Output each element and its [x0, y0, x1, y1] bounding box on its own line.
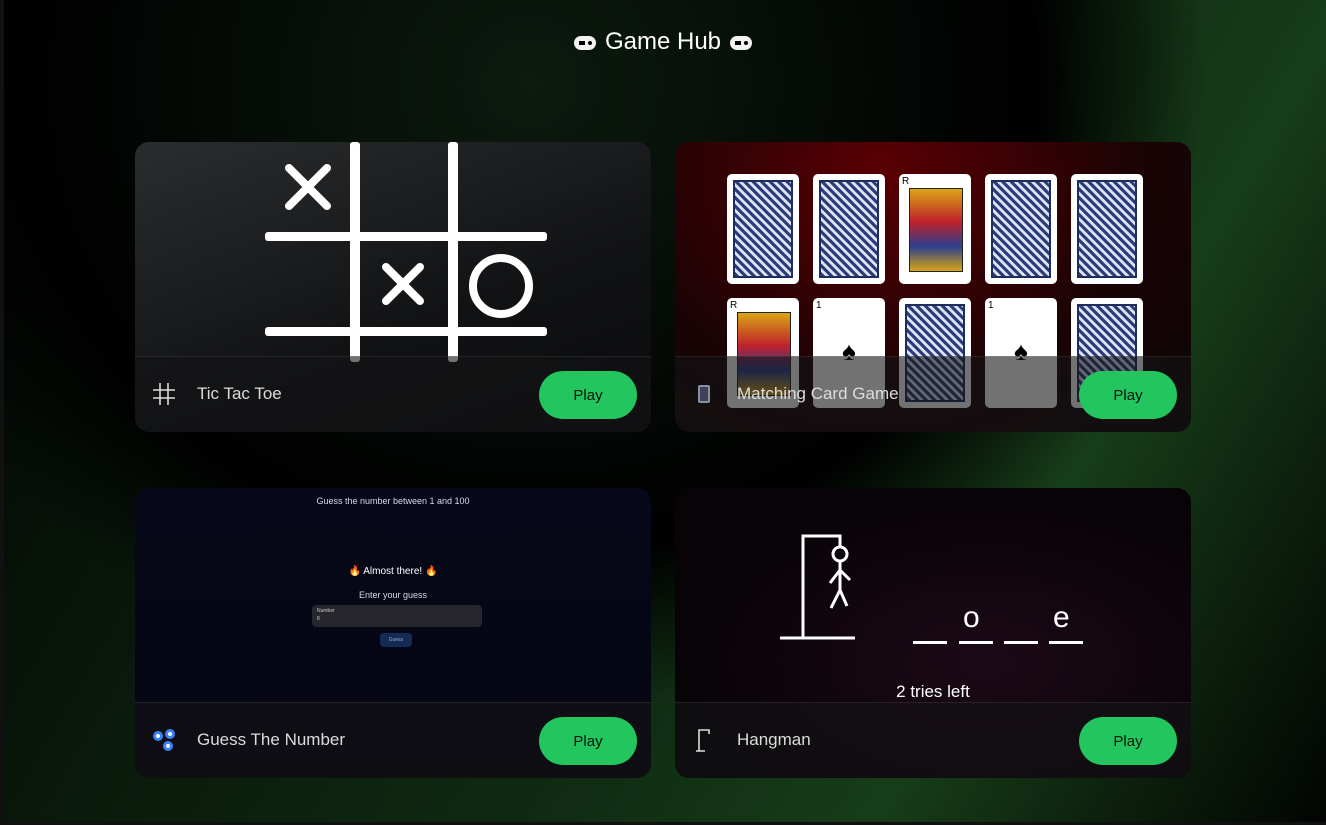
gamepad-icon	[574, 35, 597, 50]
gallows-icon	[696, 729, 710, 752]
x-mark-icon	[285, 164, 331, 210]
game-name: Matching Card Game	[737, 384, 899, 403]
game-card-footer: Matching Card Game Play	[675, 356, 1191, 432]
revealed-letter: e	[1053, 601, 1070, 634]
preview-number-input: Number 8	[312, 605, 482, 627]
window-edge	[0, 0, 4, 825]
game-card-guess-the-number: Guess the number between 1 and 100 🔥 Alm…	[135, 488, 651, 778]
tries-left-label: 2 tries left	[896, 682, 970, 701]
page-title: Game Hub	[0, 24, 1326, 60]
game-card-matching-card-game: R R ♠ 1 ♠ 1 Matching Card Game Play	[675, 142, 1191, 432]
game-name: Guess The Number	[197, 730, 346, 749]
game-name: Hangman	[737, 730, 811, 749]
preview-prompt: Guess the number between 1 and 100	[316, 496, 470, 506]
game-card-footer: Tic Tac Toe Play	[135, 356, 651, 432]
preview-enter-label: Enter your guess	[358, 590, 428, 600]
game-card-footer: Guess The Number Play	[135, 702, 651, 778]
o-mark-icon	[469, 254, 533, 318]
game-card-tic-tac-toe: Tic Tac Toe Play	[135, 142, 651, 432]
gallows-drawing	[780, 534, 855, 640]
revealed-letter: o	[963, 601, 980, 634]
hash-icon	[153, 383, 175, 405]
preview-guess-button: Guess	[380, 633, 412, 647]
game-card-footer: Hangman Play	[675, 702, 1191, 778]
play-button[interactable]: Play	[539, 371, 637, 419]
preview-feedback: 🔥 Almost there! 🔥	[348, 566, 438, 577]
game-card-hangman: o e 2 tries left Hangman Play	[675, 488, 1191, 778]
play-button[interactable]: Play	[1079, 371, 1177, 419]
numbers-icon	[153, 729, 175, 751]
play-button[interactable]: Play	[539, 717, 637, 765]
card-icon	[698, 385, 710, 403]
x-mark-icon	[382, 263, 424, 305]
play-button[interactable]: Play	[1079, 717, 1177, 765]
gamepad-icon	[729, 35, 752, 50]
game-name: Tic Tac Toe	[197, 384, 282, 403]
